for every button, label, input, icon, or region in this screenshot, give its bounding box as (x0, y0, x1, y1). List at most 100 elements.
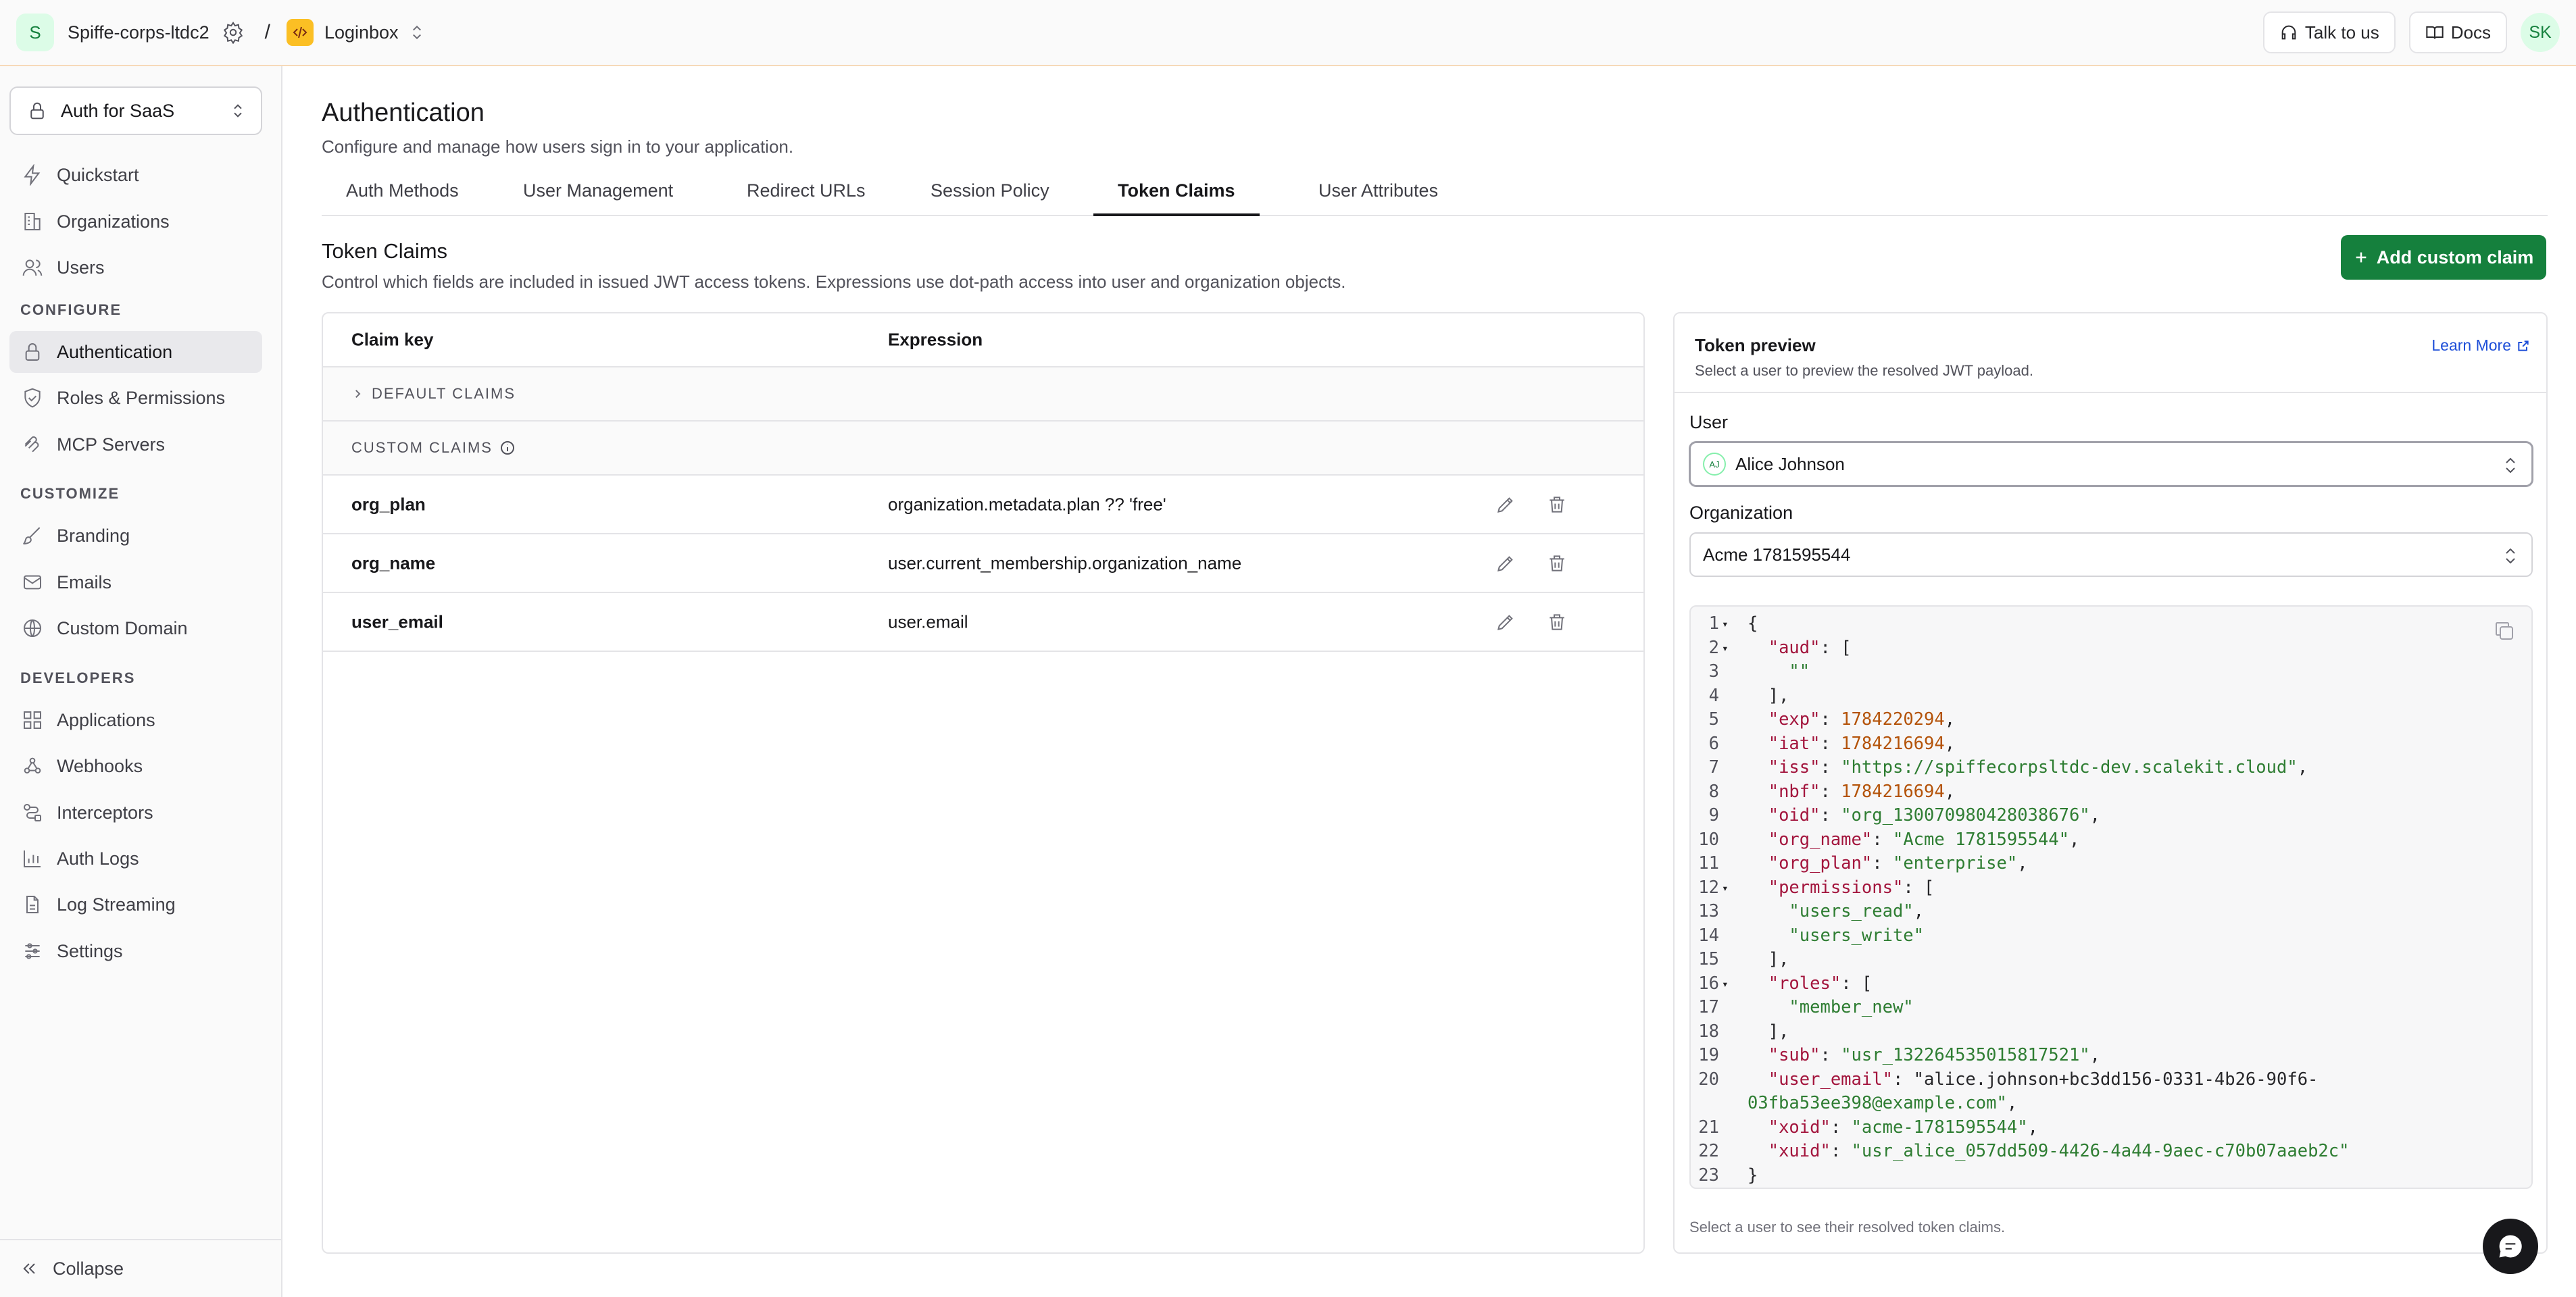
table-header: Claim key Expression (323, 313, 1643, 367)
json-line: 4 ], (1691, 684, 2531, 709)
trash-icon[interactable] (1546, 553, 1568, 574)
learn-more-link[interactable]: Learn More (2431, 336, 2530, 355)
sidebar-item-users[interactable]: Users (9, 247, 262, 288)
line-number: 4 (1708, 685, 1719, 706)
top-bar: S Spiffe-corps-ltdc2 / Loginbox Talk to … (0, 0, 2576, 66)
organization-field-label: Organization (1689, 503, 1793, 523)
file-stream-icon (22, 894, 43, 915)
lock-icon (22, 341, 43, 363)
sidebar-item-emails[interactable]: Emails (9, 561, 262, 603)
chat-icon (2499, 1235, 2522, 1258)
sidebar-item-label: Emails (57, 571, 112, 592)
json-code-viewer[interactable]: 1 ▾{2 ▾ "aud": [3 "" 4 ], 5 "exp": 178422029… (1689, 605, 2533, 1189)
sidebar-item-organizations[interactable]: Organizations (9, 201, 262, 243)
line-number: 18 (1698, 1021, 1719, 1042)
pencil-icon[interactable] (1495, 553, 1516, 574)
json-line-text: "member_new" (1789, 997, 1914, 1017)
custom-claims-label: CUSTOM CLAIMS (351, 439, 493, 456)
chevron-updown-icon[interactable] (410, 23, 424, 42)
environment-name[interactable]: Loginbox (324, 22, 399, 43)
json-line: 21 "xoid": "acme-1781595544", (1691, 1116, 2531, 1140)
sidebar-item-settings[interactable]: Settings (9, 930, 262, 972)
collapse-label: Collapse (53, 1258, 124, 1279)
line-number: 2 (1708, 637, 1719, 658)
chevrons-left-icon (20, 1259, 39, 1278)
json-line-text: "oid": "org_130070980428038676", (1768, 805, 2101, 825)
pencil-icon[interactable] (1495, 494, 1516, 515)
sidebar-item-webhooks[interactable]: Webhooks (9, 745, 262, 787)
json-line: 5 "exp": 1784220294, (1691, 708, 2531, 732)
users-icon (22, 257, 43, 278)
line-number: 17 (1698, 997, 1719, 1017)
sidebar-item-mcp-servers[interactable]: MCP Servers (9, 424, 262, 465)
tab-user-attributes[interactable]: User Attributes (1294, 177, 1462, 216)
sidebar-item-label: Roles & Permissions (57, 387, 226, 408)
learn-more-label: Learn More (2431, 336, 2511, 354)
globe-icon (22, 617, 43, 639)
sidebar-item-auth-logs[interactable]: Auth Logs (9, 838, 262, 880)
json-line-text: "xuid": "usr_alice_057dd509-4426-4a44-9a… (1768, 1141, 2350, 1161)
sidebar-item-branding[interactable]: Branding (9, 515, 262, 557)
chevron-updown-icon (2502, 455, 2519, 476)
json-line-text: "user_email": "alice.johnson+bc3dd156-03… (1768, 1069, 2319, 1090)
sidebar-item-quickstart[interactable]: Quickstart (9, 154, 262, 196)
org-name[interactable]: Spiffe-corps-ltdc2 (68, 22, 209, 43)
book-icon (2425, 23, 2444, 42)
pencil-icon[interactable] (1495, 611, 1516, 633)
token-preview-footer: Select a user to see their resolved toke… (1689, 1219, 2006, 1236)
sidebar-item-roles-permissions[interactable]: Roles & Permissions (9, 377, 262, 419)
default-claims-toggle[interactable]: DEFAULT CLAIMS (323, 367, 1643, 422)
line-number: 6 (1708, 733, 1719, 754)
tab-token-claims[interactable]: Token Claims (1093, 177, 1260, 216)
json-line: 7 "iss": "https://spiffecorpsltdc-dev.sc… (1691, 756, 2531, 780)
json-line: 23} (1691, 1164, 2531, 1188)
line-number: 20 (1698, 1069, 1719, 1090)
talk-to-us-button[interactable]: Talk to us (2262, 11, 2396, 53)
tab-session-policy[interactable]: Session Policy (906, 177, 1074, 216)
page-title: Authentication (322, 99, 485, 127)
json-line-text: "aud": [ (1768, 637, 1852, 658)
json-line: 15 ], (1691, 948, 2531, 972)
json-line-text: "nbf": 1784216694, (1768, 781, 1956, 802)
json-line: 8 "nbf": 1784216694, (1691, 780, 2531, 805)
line-number: 7 (1708, 757, 1719, 778)
tab-user-management[interactable]: User Management (499, 177, 697, 216)
sidebar-item-custom-domain[interactable]: Custom Domain (9, 607, 262, 649)
json-line-text: "exp": 1784220294, (1768, 709, 1956, 730)
trash-icon[interactable] (1546, 494, 1568, 515)
line-number: 11 (1698, 853, 1719, 873)
trash-icon[interactable] (1546, 611, 1568, 633)
sidebar-item-applications[interactable]: Applications (9, 699, 262, 741)
bar-chart-icon (22, 848, 43, 869)
organization-select[interactable]: Acme 1781595544 (1689, 532, 2533, 577)
tab-auth-methods[interactable]: Auth Methods (322, 177, 483, 216)
user-select[interactable]: AJ Alice Johnson (1689, 442, 2533, 486)
grid-icon (22, 709, 43, 731)
line-number: 5 (1708, 709, 1719, 730)
sidebar-item-authentication[interactable]: Authentication (9, 331, 262, 373)
chat-widget-button[interactable] (2483, 1219, 2538, 1274)
collapse-button[interactable]: Collapse (0, 1239, 282, 1297)
tab-redirect-urls[interactable]: Redirect URLs (722, 177, 890, 216)
org-avatar[interactable]: S (16, 14, 54, 51)
add-custom-claim-button[interactable]: Add custom claim (2341, 235, 2546, 280)
sidebar-item-log-streaming[interactable]: Log Streaming (9, 884, 262, 925)
user-avatar-small: AJ (1703, 453, 1726, 476)
user-select-value: Alice Johnson (1735, 453, 1845, 474)
gear-icon[interactable] (222, 21, 245, 44)
docs-button[interactable]: Docs (2408, 11, 2507, 53)
sidebar-item-interceptors[interactable]: Interceptors (9, 792, 262, 834)
fold-toggle-icon[interactable]: ▾ (1722, 636, 1729, 661)
chevron-updown-icon (2502, 545, 2519, 567)
user-avatar[interactable]: SK (2521, 13, 2560, 52)
json-line: 1 ▾ { (1691, 612, 2531, 636)
line-number: 21 (1698, 1117, 1719, 1138)
info-icon[interactable] (499, 440, 516, 456)
app-selector[interactable]: Auth for SaaS (9, 86, 262, 135)
fold-toggle-icon[interactable]: ▾ (1722, 972, 1729, 996)
sidebar-item-label: Webhooks (57, 755, 143, 776)
fold-toggle-icon[interactable]: ▾ (1722, 876, 1729, 900)
json-line-text: "users_write" (1789, 925, 1925, 946)
fold-toggle-icon[interactable]: ▾ (1722, 612, 1729, 636)
line-number: 9 (1708, 805, 1719, 825)
